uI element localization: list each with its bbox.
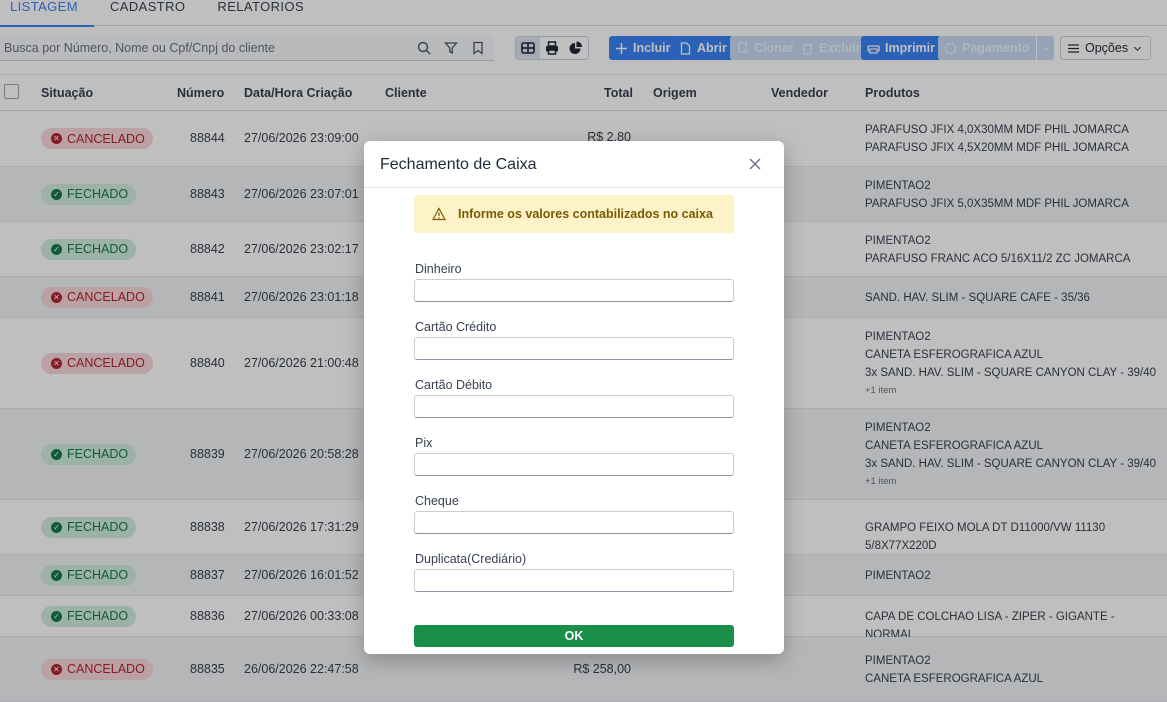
ok-button[interactable]: OK: [414, 625, 734, 647]
dinheiro-input[interactable]: [414, 279, 734, 302]
fechamento-caixa-dialog: Fechamento de Caixa Informe os valores c…: [364, 141, 784, 654]
cartao-credito-input[interactable]: [414, 337, 734, 360]
dialog-header: Fechamento de Caixa: [364, 141, 784, 188]
warning-icon: [432, 207, 446, 221]
pix-input[interactable]: [414, 453, 734, 476]
cartao-debito-label: Cartão Débito: [415, 378, 493, 392]
pix-label: Pix: [415, 436, 433, 450]
cartao-credito-label: Cartão Crédito: [415, 320, 497, 334]
warning-alert: Informe os valores contabilizados no cai…: [414, 195, 734, 233]
cheque-label: Cheque: [415, 494, 459, 508]
cartao-debito-input[interactable]: [414, 395, 734, 418]
close-icon[interactable]: [748, 157, 762, 171]
cheque-input[interactable]: [414, 511, 734, 534]
alert-text: Informe os valores contabilizados no cai…: [458, 207, 713, 221]
dialog-title: Fechamento de Caixa: [380, 156, 537, 173]
dinheiro-label: Dinheiro: [415, 262, 462, 276]
duplicata-label: Duplicata(Crediário): [415, 552, 527, 566]
duplicata-input[interactable]: [414, 569, 734, 592]
